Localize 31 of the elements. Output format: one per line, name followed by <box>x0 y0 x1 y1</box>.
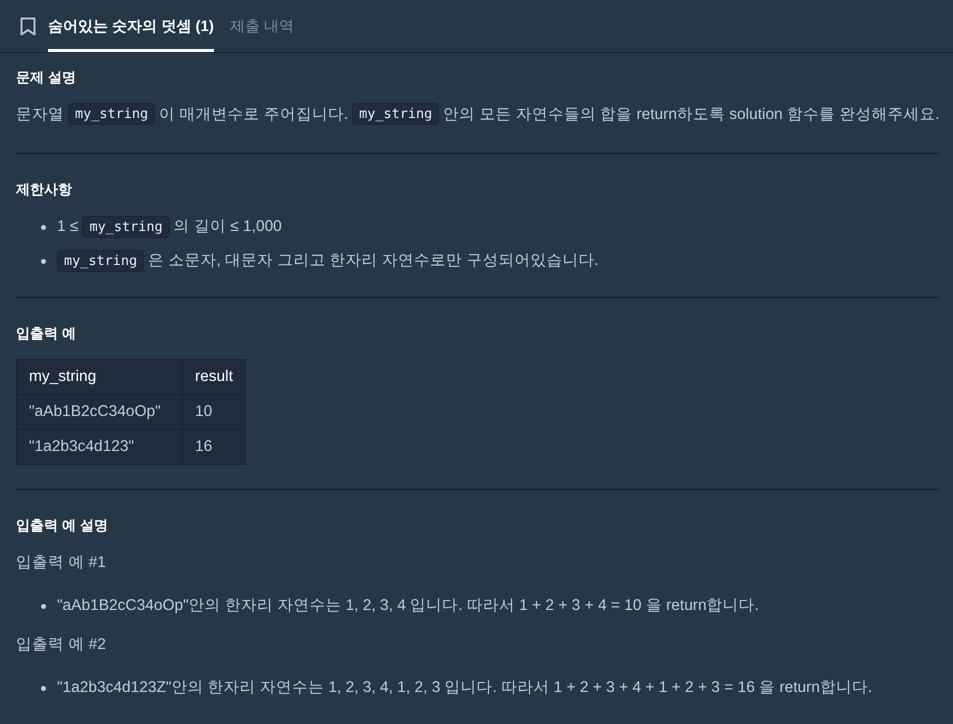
list-item-text: "aAb1B2cC34oOp"안의 한자리 자연수는 1, 2, 3, 4 입니다. 따라서 1 + 2 + 3 + 4 = 10 을 return합니다. <box>57 596 759 616</box>
table-cell: 16 <box>182 430 246 464</box>
table-cell: 10 <box>182 394 246 430</box>
inline-code: my_string <box>68 103 156 125</box>
table-cell: "aAb1B2cC34oOp" <box>16 394 182 430</box>
section-heading: 입출력 예 <box>16 324 77 343</box>
bookmark-icon[interactable] <box>20 17 36 36</box>
list-item-text: "1a2b3c4d123Z"안의 한자리 자연수는 1, 2, 3, 4, 1, 2, 3 입니다. 따라서 1 + 2 + 3 + 4 + 1 + 2 + 3 = 16 을 return합니다. <box>57 678 872 698</box>
tab[interactable]: 숨어있는 숫자의 덧셈 (1) <box>48 0 214 52</box>
list-item-text: 은 소문자, 대문자 그리고 한자리 자연수로만 구성되어있습니다. <box>148 251 599 271</box>
list-item-text: 1 ≤ <box>57 217 78 237</box>
tab[interactable]: 제출 내역 <box>230 0 294 52</box>
inline-code: my_string <box>352 103 440 125</box>
table-header-cell: my_string <box>16 360 182 394</box>
bullet-icon <box>41 686 46 690</box>
table-header-cell: result <box>182 360 246 394</box>
bullet-icon <box>41 604 46 608</box>
bullet-icon <box>41 224 46 230</box>
inline-code: my_string <box>57 250 144 272</box>
bullet-icon <box>41 258 46 264</box>
paragraph-text: 이 매개변수로 주어집니다. <box>159 106 348 123</box>
inline-code: my_string <box>82 216 170 238</box>
list-item-text: 의 길이 ≤ 1,000 <box>174 217 282 237</box>
section-heading: 입출력 예 설명 <box>16 516 109 535</box>
table-cell: "1a2b3c4d123" <box>16 430 182 464</box>
paragraph-text: 문자열 <box>16 106 64 123</box>
section-heading: 제한사항 <box>16 180 73 199</box>
example-title: 입출력 예 #1 <box>16 553 107 573</box>
section-heading: 문제 설명 <box>16 68 77 87</box>
paragraph-text: 안의 모든 자연수들의 합을 return하도록 solution 함수를 완성해주세요. <box>443 106 940 123</box>
example-title: 입출력 예 #2 <box>16 635 107 655</box>
